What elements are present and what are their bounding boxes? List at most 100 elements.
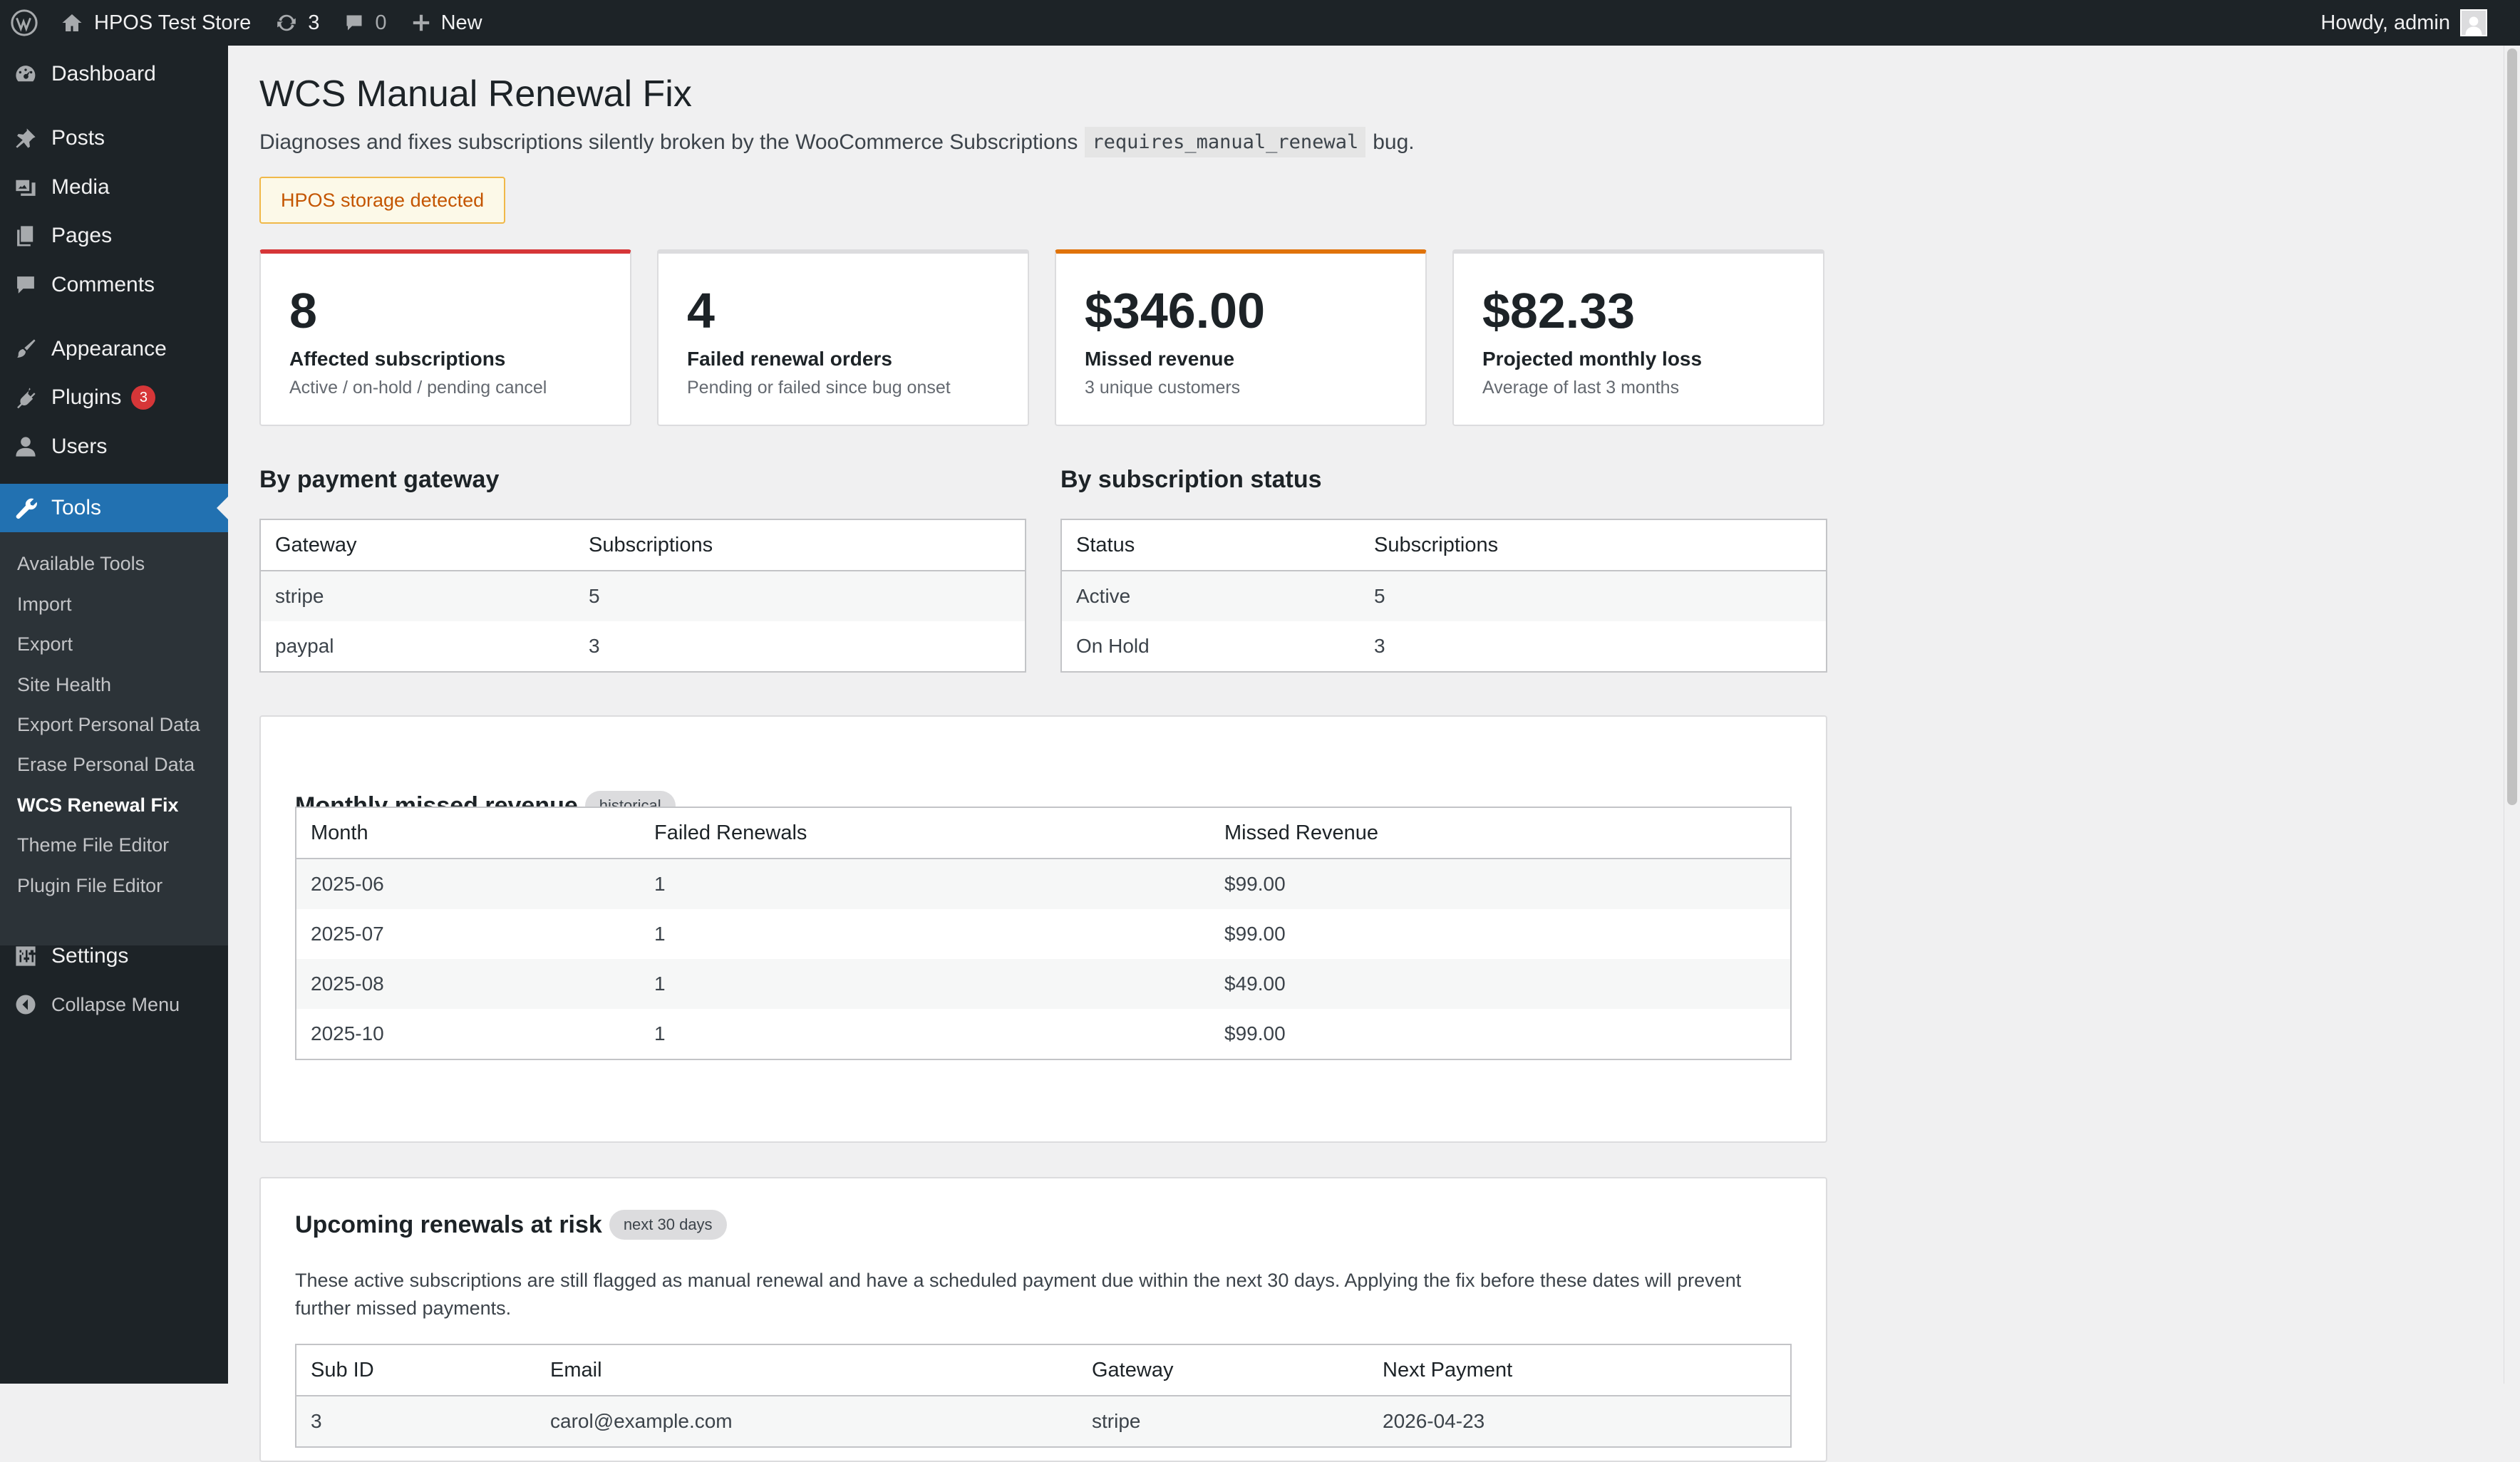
scrollbar-thumb[interactable]: [2507, 48, 2517, 805]
sub-id-cell: 3: [296, 1396, 536, 1447]
howdy-greeting: Howdy, admin: [2320, 11, 2450, 34]
sidebar-item-comments[interactable]: Comments: [0, 261, 228, 309]
sidebar-item-plugins[interactable]: Plugins 3: [0, 373, 228, 422]
stat-value: $82.33: [1482, 283, 1636, 338]
stat-value: 4: [687, 283, 715, 338]
subscriptions-cell: 5: [1360, 571, 1827, 621]
media-icon: [0, 175, 51, 199]
month-cell: 2025-08: [296, 959, 640, 1009]
stat-sublabel: 3 unique customers: [1085, 378, 1241, 398]
column-header-next-payment: Next Payment: [1368, 1344, 1791, 1396]
wrench-icon: [0, 496, 51, 520]
sidebar-item-label: Posts: [51, 126, 105, 150]
stat-card-missed-revenue: $346.00 Missed revenue 3 unique customer…: [1055, 249, 1427, 426]
missed-revenue-cell: $49.00: [1210, 959, 1791, 1009]
tools-submenu: Available Tools Import Export Site Healt…: [0, 532, 228, 945]
table-header-row: Month Failed Renewals Missed Revenue: [296, 807, 1791, 859]
description-text-end: bug.: [1373, 130, 1415, 154]
page-title: WCS Manual Renewal Fix: [259, 73, 692, 115]
sidebar-item-dashboard[interactable]: Dashboard: [0, 50, 228, 98]
new-content-link[interactable]: New: [387, 0, 482, 46]
subscriptions-cell: 5: [574, 571, 1026, 621]
upcoming-description: These active subscriptions are still fla…: [295, 1270, 1742, 1319]
comment-icon: [346, 15, 362, 31]
submenu-item-wcs-renewal-fix[interactable]: WCS Renewal Fix: [17, 785, 179, 825]
month-cell: 2025-06: [296, 859, 640, 909]
stat-value: $346.00: [1085, 283, 1266, 338]
sidebar-item-pages[interactable]: Pages: [0, 212, 228, 260]
next-payment-cell: 2026-04-23: [1368, 1396, 1791, 1447]
upcoming-renewals-panel: Upcoming renewals at risk next 30 days T…: [259, 1177, 1827, 1462]
updates-icon: [277, 14, 296, 31]
gateway-cell: paypal: [260, 621, 574, 672]
site-name-link[interactable]: HPOS Test Store: [48, 0, 251, 46]
column-header-subscriptions: Subscriptions: [574, 519, 1026, 571]
plus-icon: [413, 14, 429, 31]
submenu-item-theme-file-editor[interactable]: Theme File Editor: [17, 825, 169, 865]
users-icon: [0, 435, 51, 459]
stat-label: Affected subscriptions: [289, 348, 506, 370]
column-header-status: Status: [1061, 519, 1360, 571]
submenu-item-available-tools[interactable]: Available Tools: [17, 544, 145, 584]
stat-value: 8: [289, 283, 317, 338]
new-label: New: [440, 11, 482, 34]
admin-bar: HPOS Test Store 3 0 New Howdy, admin: [0, 0, 2520, 46]
status-cell: Active: [1061, 571, 1360, 621]
subscriptions-cell: 3: [1360, 621, 1827, 672]
upcoming-renewals-table: Sub ID Email Gateway Next Payment 3 caro…: [295, 1344, 1792, 1448]
gateway-section-heading: By payment gateway: [259, 466, 500, 493]
sidebar-item-settings[interactable]: Settings: [0, 932, 228, 980]
description-code: requires_manual_renewal: [1085, 127, 1366, 157]
failed-renewals-cell: 1: [640, 909, 1210, 959]
submenu-item-export[interactable]: Export: [17, 624, 73, 664]
month-cell: 2025-07: [296, 909, 640, 959]
collapse-menu-label: Collapse Menu: [51, 993, 180, 1015]
hpos-storage-notice: HPOS storage detected: [259, 177, 506, 224]
sidebar-item-label: Plugins: [51, 385, 122, 409]
comments-link[interactable]: 0: [319, 0, 387, 46]
page-scrollbar[interactable]: [2504, 46, 2520, 1384]
failed-renewals-cell: 1: [640, 1009, 1210, 1059]
column-header-failed-renewals: Failed Renewals: [640, 807, 1210, 859]
table-row: 2025-10 1 $99.00: [296, 1009, 1791, 1059]
settings-sliders-icon: [0, 944, 51, 968]
submenu-item-plugin-file-editor[interactable]: Plugin File Editor: [17, 866, 162, 906]
gateway-table: Gateway Subscriptions stripe 5 paypal 3: [259, 519, 1026, 673]
sidebar-item-users[interactable]: Users: [0, 422, 228, 471]
upcoming-title-text: Upcoming renewals at risk: [295, 1210, 602, 1238]
month-cell: 2025-10: [296, 1009, 640, 1059]
updates-link[interactable]: 3: [251, 0, 319, 46]
collapse-menu-button[interactable]: Collapse Menu: [0, 985, 228, 1025]
collapse-arrow-icon: [0, 994, 51, 1015]
missed-revenue-cell: $99.00: [1210, 909, 1791, 959]
wordpress-logo-icon[interactable]: [0, 0, 48, 46]
submenu-item-erase-personal-data[interactable]: Erase Personal Data: [17, 745, 195, 784]
my-account-link[interactable]: Howdy, admin: [2320, 0, 2487, 46]
gateway-cell: stripe: [260, 571, 574, 621]
stat-label: Projected monthly loss: [1482, 348, 1703, 370]
table-header-row: Status Subscriptions: [1061, 519, 1827, 571]
stat-card-affected-subscriptions: 8 Affected subscriptions Active / on-hol…: [259, 249, 631, 426]
sidebar-item-appearance[interactable]: Appearance: [0, 325, 228, 373]
column-header-gateway: Gateway: [1078, 1344, 1368, 1396]
sidebar-item-tools[interactable]: Tools: [0, 484, 228, 532]
sidebar-item-label: Comments: [51, 273, 155, 296]
column-header-email: Email: [536, 1344, 1078, 1396]
monthly-table: Month Failed Renewals Missed Revenue 202…: [295, 807, 1792, 1060]
gateway-cell: stripe: [1078, 1396, 1368, 1447]
dashboard-icon: [0, 62, 51, 86]
column-header-subscriptions: Subscriptions: [1360, 519, 1827, 571]
sidebar-item-label: Users: [51, 435, 108, 458]
sidebar-item-media[interactable]: Media: [0, 163, 228, 212]
status-table: Status Subscriptions Active 5 On Hold 3: [1060, 519, 1827, 673]
email-cell: carol@example.com: [536, 1396, 1078, 1447]
stat-sublabel: Average of last 3 months: [1482, 378, 1680, 398]
submenu-item-import[interactable]: Import: [17, 584, 72, 624]
submenu-item-export-personal-data[interactable]: Export Personal Data: [17, 705, 200, 745]
sidebar-item-label: Settings: [51, 944, 129, 968]
submenu-item-site-health[interactable]: Site Health: [17, 665, 111, 705]
pages-icon: [0, 224, 51, 248]
subscriptions-cell: 3: [574, 621, 1026, 672]
stat-label: Missed revenue: [1085, 348, 1235, 370]
sidebar-item-posts[interactable]: Posts: [0, 114, 228, 162]
